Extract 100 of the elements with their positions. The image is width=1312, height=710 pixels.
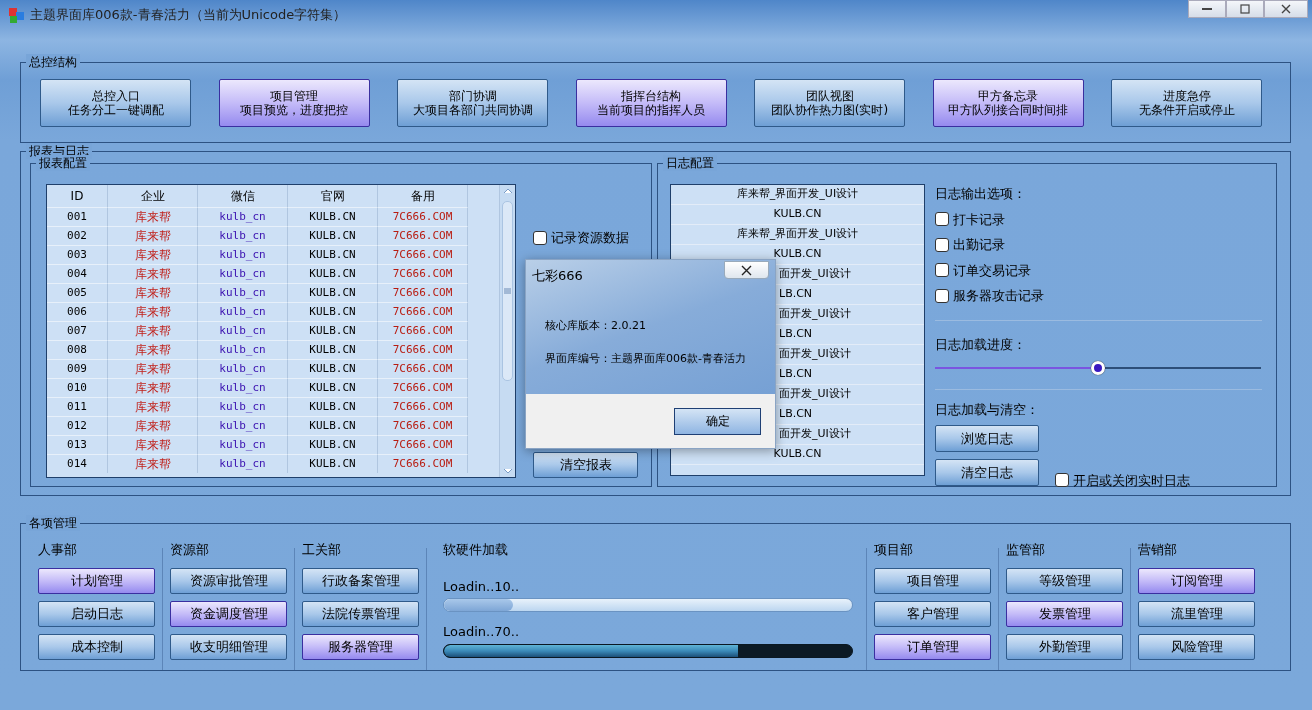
nav-button[interactable]: 部门协调 大项目各部门共同协调 xyxy=(397,79,548,127)
menu-button[interactable]: 成本控制 xyxy=(38,633,155,660)
nav-button[interactable]: 项目管理 项目预览，进度把控 xyxy=(218,79,370,127)
menu-button[interactable]: 流里管理 xyxy=(1138,600,1255,627)
table-cell: 010 xyxy=(47,378,108,397)
menu-button[interactable]: 订单管理 xyxy=(874,633,991,660)
table-cell: 7C666.COM xyxy=(378,283,468,302)
checkbox-label: 出勤记录 xyxy=(953,236,1005,254)
menu-button[interactable]: 客户管理 xyxy=(874,600,991,627)
browse-log-button[interactable]: 浏览日志 xyxy=(935,425,1039,452)
menu-button[interactable]: 外勤管理 xyxy=(1006,633,1123,660)
table-cell: kulb_cn xyxy=(198,264,288,283)
table-cell: 库来帮 xyxy=(108,283,198,302)
department-title: 项目部 xyxy=(874,541,914,559)
table-cell: KULB.CN xyxy=(288,283,378,302)
menu-button[interactable]: 等级管理 xyxy=(1006,567,1123,594)
grip-icon xyxy=(504,288,511,294)
checkbox[interactable] xyxy=(533,230,547,245)
checkbox-label: 订单交易记录 xyxy=(953,261,1031,280)
checkbox[interactable] xyxy=(1055,473,1069,488)
table-cell: 7C666.COM xyxy=(378,454,468,473)
menu-button[interactable]: 资金调度管理 xyxy=(170,600,287,627)
table-cell: kulb_cn xyxy=(198,283,288,302)
checkbox-label: 服务器攻击记录 xyxy=(953,287,1044,305)
menu-button[interactable]: 项目管理 xyxy=(874,567,991,594)
checkbox-label: 记录资源数据 xyxy=(551,229,629,247)
checkbox[interactable] xyxy=(935,212,949,227)
section-label: 日志加载与清空： xyxy=(935,400,1040,419)
progress-label: Loadin..70.. xyxy=(443,623,521,641)
table-cell: 库来帮 xyxy=(108,207,198,226)
menu-button[interactable]: 资源审批管理 xyxy=(170,567,287,594)
table-cell: 库来帮 xyxy=(108,454,198,473)
table-cell: 005 xyxy=(47,283,108,302)
group-title: 日志配置 xyxy=(663,155,717,171)
table-cell: kulb_cn xyxy=(198,302,288,321)
menu-button[interactable]: 法院传票管理 xyxy=(302,600,419,627)
menu-button[interactable]: 计划管理 xyxy=(38,567,155,594)
nav-button[interactable]: 总控入口 任务分工一键调配 xyxy=(40,79,191,127)
column-header: 企业 xyxy=(108,185,198,207)
department-title: 监管部 xyxy=(1006,541,1046,559)
table-cell: 7C666.COM xyxy=(378,207,468,226)
nav-button[interactable]: 进度急停 无条件开启或停止 xyxy=(1111,79,1262,127)
log-slider[interactable] xyxy=(935,361,1261,375)
table-cell: 013 xyxy=(47,435,108,454)
table-cell: 004 xyxy=(47,264,108,283)
close-icon xyxy=(1281,4,1291,14)
table-cell: kulb_cn xyxy=(198,207,288,226)
table-cell: 库来帮 xyxy=(108,435,198,454)
menu-button[interactable]: 风险管理 xyxy=(1138,633,1255,660)
section-label: 日志加载进度： xyxy=(935,335,1027,354)
minimize-button[interactable] xyxy=(1188,0,1226,18)
table-cell: 7C666.COM xyxy=(378,397,468,416)
table-cell: 库来帮 xyxy=(108,302,198,321)
menu-button[interactable]: 行政备案管理 xyxy=(302,567,419,594)
slider-thumb[interactable] xyxy=(1091,361,1105,375)
table-cell: KULB.CN xyxy=(288,435,378,454)
scroll-thumb[interactable] xyxy=(502,201,513,381)
progress-label: Loadin..10.. xyxy=(443,577,521,596)
table-cell: KULB.CN xyxy=(288,302,378,321)
nav-button[interactable]: 指挥台结构 当前项目的指挥人员 xyxy=(575,79,727,127)
nav-button[interactable]: 甲方备忘录 甲方队列接合同时间排 xyxy=(932,79,1084,127)
table-cell: 7C666.COM xyxy=(378,359,468,378)
column-header: 官网 xyxy=(288,185,378,207)
table-cell: kulb_cn xyxy=(198,378,288,397)
table-cell: 7C666.COM xyxy=(378,226,468,245)
checkbox[interactable] xyxy=(935,288,949,303)
table-cell: 7C666.COM xyxy=(378,378,468,397)
nav-button[interactable]: 团队视图 团队协作热力图(实时) xyxy=(754,79,905,127)
table-cell: 001 xyxy=(47,207,108,226)
menu-button[interactable]: 订阅管理 xyxy=(1138,567,1255,594)
checkbox-label: 打卡记录 xyxy=(953,210,1005,229)
window-title: 主题界面库006款-青春活力（当前为Unicode字符集） xyxy=(30,6,347,25)
table-cell: kulb_cn xyxy=(198,359,288,378)
table-cell: 011 xyxy=(47,397,108,416)
table-cell: kulb_cn xyxy=(198,397,288,416)
table-cell: 7C666.COM xyxy=(378,245,468,264)
dialog-text: 核心库版本：2.0.21 xyxy=(545,318,646,334)
menu-button[interactable]: 收支明细管理 xyxy=(170,633,287,660)
maximize-icon xyxy=(1240,4,1250,14)
table-cell: 007 xyxy=(47,321,108,340)
table-cell: 014 xyxy=(47,454,108,473)
table-cell: kulb_cn xyxy=(198,435,288,454)
clear-log-button[interactable]: 清空日志 xyxy=(935,459,1039,486)
menu-button[interactable]: 启动日志 xyxy=(38,600,155,627)
checkbox[interactable] xyxy=(935,263,949,278)
table-cell: KULB.CN xyxy=(288,416,378,435)
close-icon xyxy=(741,264,752,276)
table-cell: 006 xyxy=(47,302,108,321)
clear-report-button[interactable]: 清空报表 xyxy=(533,452,638,478)
app-icon xyxy=(8,6,26,24)
log-entry: KULB.CN xyxy=(671,205,924,225)
ok-button[interactable]: 确定 xyxy=(674,407,761,435)
menu-button[interactable]: 发票管理 xyxy=(1006,600,1123,627)
menu-button[interactable]: 服务器管理 xyxy=(302,633,419,660)
dialog-title: 七彩666 xyxy=(531,267,583,285)
table-cell: KULB.CN xyxy=(288,378,378,397)
close-button[interactable] xyxy=(724,261,769,279)
table-cell: KULB.CN xyxy=(288,264,378,283)
checkbox[interactable] xyxy=(935,237,949,252)
scrollbar[interactable] xyxy=(499,185,515,477)
